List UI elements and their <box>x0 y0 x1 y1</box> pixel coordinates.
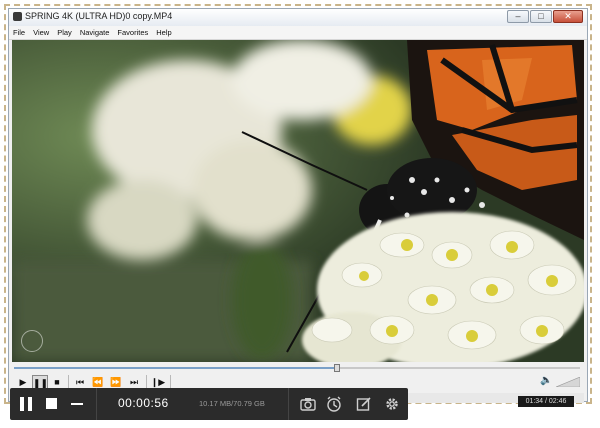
window-title: SPRING 4K (ULTRA HD)0 copy.MP4 <box>25 11 173 21</box>
control-divider <box>146 375 147 389</box>
seek-track[interactable] <box>14 364 580 372</box>
menu-navigate[interactable]: Navigate <box>76 26 114 39</box>
pause-icon[interactable]: ❚❚ <box>32 375 48 389</box>
camera-icon[interactable] <box>300 396 316 412</box>
rewind-icon[interactable]: ⏪ <box>90 375 106 389</box>
minimize-button[interactable]: – <box>507 10 529 23</box>
seek-thumb[interactable] <box>333 364 340 372</box>
maximize-button[interactable]: □ <box>530 10 552 23</box>
time-display: 01:34 / 02:46 <box>518 396 574 407</box>
menu-view[interactable]: View <box>29 26 53 39</box>
minimize-recorder-icon[interactable] <box>71 403 83 405</box>
player-window: SPRING 4K (ULTRA HD)0 copy.MP4 – □ ✕ Fil… <box>8 8 588 407</box>
video-image <box>12 40 584 362</box>
seek-progress <box>14 367 337 369</box>
recorder-divider <box>288 388 289 420</box>
control-divider <box>170 375 171 389</box>
watermark-logo-icon <box>21 330 43 352</box>
forward-icon[interactable]: ⏩ <box>108 375 124 389</box>
menu-play[interactable]: Play <box>53 26 76 39</box>
record-stop-icon[interactable] <box>46 398 57 409</box>
volume-icon[interactable]: 🔈 <box>540 375 552 386</box>
menu-favorites[interactable]: Favorites <box>113 26 152 39</box>
seek-bar[interactable] <box>12 364 584 372</box>
menu-help[interactable]: Help <box>152 26 175 39</box>
frame-step-icon[interactable]: ❙▶ <box>150 375 166 389</box>
recorder-divider <box>96 388 97 420</box>
stop-icon[interactable]: ■ <box>50 375 64 389</box>
menu-bar: File View Play Navigate Favorites Help <box>9 26 587 40</box>
volume-slider[interactable] <box>556 377 580 387</box>
control-divider <box>68 375 69 389</box>
gear-icon[interactable] <box>384 396 400 412</box>
timer-icon[interactable] <box>326 396 342 412</box>
next-icon[interactable]: ⏭ <box>126 375 142 389</box>
previous-icon[interactable]: ⏮ <box>72 375 88 389</box>
recording-file-size: 10.17 MB/70.79 GB <box>199 399 265 408</box>
title-bar[interactable]: SPRING 4K (ULTRA HD)0 copy.MP4 – □ ✕ <box>9 9 587 27</box>
recorder-toolbar: 00:00:56 10.17 MB/70.79 GB <box>10 388 408 420</box>
menu-file[interactable]: File <box>9 26 29 39</box>
window-controls: – □ ✕ <box>507 10 583 23</box>
edit-icon[interactable] <box>356 396 372 412</box>
app-icon <box>13 12 22 21</box>
play-icon[interactable]: ▶ <box>16 375 30 389</box>
video-frame[interactable] <box>12 40 584 362</box>
close-button[interactable]: ✕ <box>553 10 583 23</box>
recording-timer: 00:00:56 <box>118 396 169 410</box>
record-pause-icon[interactable] <box>20 397 32 411</box>
